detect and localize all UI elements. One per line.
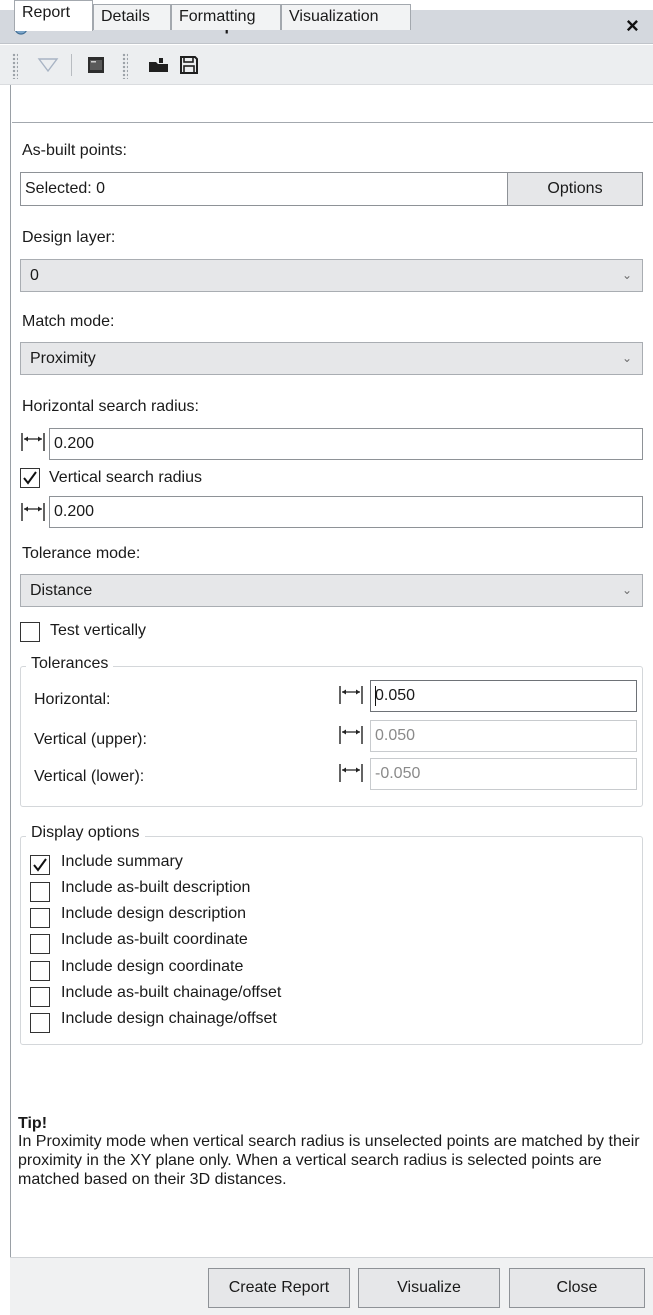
horizontal-search-radius-input[interactable]: 0.200 [49,428,643,460]
include-summary-label: Include summary [61,853,183,870]
save-icon[interactable] [175,52,203,78]
design-layer-value: 0 [30,267,39,284]
vertical-search-radius-label: Vertical search radius [49,469,202,486]
distance-unit-icon [339,764,363,782]
toolbar [0,45,653,85]
tolerance-vertical-upper-input[interactable]: 0.050 [370,720,637,752]
include-asbuilt-coordinate-label: Include as-built coordinate [61,931,248,948]
close-button[interactable]: Close [509,1268,645,1308]
checkmark-icon [33,858,47,872]
tolerance-vertical-lower-input[interactable]: -0.050 [370,758,637,790]
tab-visualization[interactable]: Visualization [281,4,411,30]
vertical-search-radius-checkbox[interactable] [20,468,40,488]
include-design-coordinate-checkbox[interactable] [30,961,50,981]
display-options-group-title: Display options [26,824,145,842]
create-report-button[interactable]: Create Report [208,1268,350,1308]
distance-unit-icon [21,433,45,451]
asbuilt-points-label: As-built points: [22,142,127,159]
include-asbuilt-chainage-label: Include as-built chainage/offset [61,984,282,1001]
tolerance-vertical-upper-label: Vertical (upper): [34,731,147,748]
tab-report[interactable]: Report [14,0,93,31]
tolerance-mode-select[interactable]: Distance ⌄ [20,574,643,607]
toolbar-grip[interactable] [122,53,128,79]
match-mode-select[interactable]: Proximity ⌄ [20,342,643,375]
tolerance-horizontal-label: Horizontal: [34,691,111,708]
options-button[interactable]: Options [507,172,643,206]
include-asbuilt-coordinate-checkbox[interactable] [30,934,50,954]
filter-icon[interactable] [34,52,62,78]
tab-details[interactable]: Details [93,4,171,30]
asbuilt-points-field[interactable]: Selected: 0 [20,172,508,206]
design-layer-label: Design layer: [22,229,116,246]
include-summary-checkbox[interactable] [30,855,50,875]
distance-unit-icon [339,726,363,744]
include-design-chainage-label: Include design chainage/offset [61,1010,277,1027]
tolerance-mode-label: Tolerance mode: [22,545,141,562]
toolbar-grip[interactable] [12,53,18,79]
chevron-down-icon: ⌄ [621,268,632,282]
tolerance-mode-value: Distance [30,582,93,599]
include-asbuilt-description-label: Include as-built description [61,879,251,896]
distance-unit-icon [339,686,363,704]
tolerances-group-title: Tolerances [26,655,114,673]
vertical-search-radius-input[interactable]: 0.200 [49,496,643,528]
tip-text: In Proximity mode when vertical search r… [18,1133,640,1188]
test-vertically-label: Test vertically [50,622,147,639]
match-mode-label: Match mode: [22,313,115,330]
match-mode-value: Proximity [30,350,96,367]
close-icon[interactable]: × [626,13,639,39]
text-caret [375,686,376,706]
include-design-coordinate-label: Include design coordinate [61,958,244,975]
include-asbuilt-chainage-checkbox[interactable] [30,987,50,1007]
distance-unit-icon [21,503,45,521]
tolerance-horizontal-input[interactable]: 0.050 [370,680,637,712]
tip-title: Tip! [18,1115,48,1132]
open-folder-icon[interactable] [145,52,173,78]
checkmark-icon [23,471,37,485]
chevron-down-icon: ⌄ [621,583,632,597]
include-asbuilt-description-checkbox[interactable] [30,882,50,902]
test-vertically-checkbox[interactable] [20,622,40,642]
tab-formatting[interactable]: Formatting [171,4,281,30]
include-design-description-label: Include design description [61,905,247,922]
include-design-chainage-checkbox[interactable] [30,1013,50,1033]
tolerance-vertical-lower-label: Vertical (lower): [34,768,145,785]
tab-strip-line [12,122,653,123]
toolbar-separator [71,54,72,76]
chevron-down-icon: ⌄ [621,351,632,365]
horizontal-search-radius-label: Horizontal search radius: [22,398,199,415]
visualize-button[interactable]: Visualize [358,1268,500,1308]
point-conformance-report-panel: Point Conformance Report × Report Detail… [0,0,653,1315]
include-design-description-checkbox[interactable] [30,908,50,928]
terminal-icon[interactable] [82,52,110,78]
design-layer-select[interactable]: 0 ⌄ [20,259,643,292]
